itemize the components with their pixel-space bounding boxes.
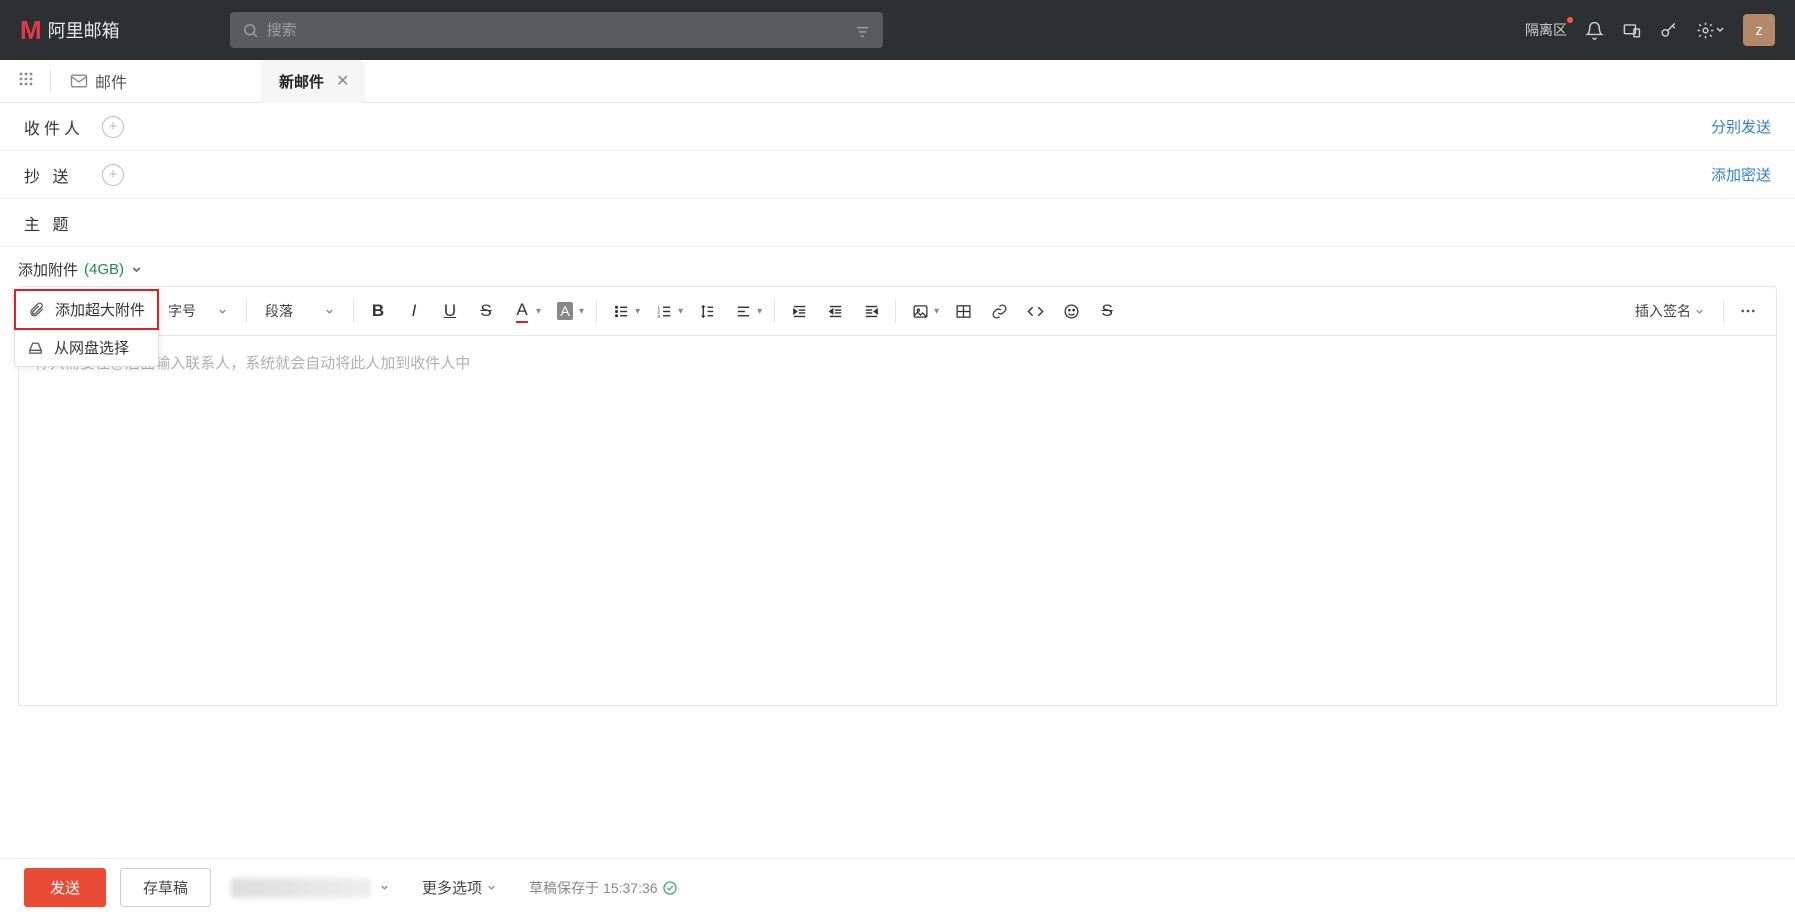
logo-icon: M (20, 15, 42, 46)
from-address-blurred (231, 878, 371, 898)
search-input[interactable] (267, 22, 854, 39)
chevron-down-icon (379, 882, 390, 893)
notification-dot (1567, 17, 1573, 23)
subject-label: 主 题 (24, 211, 102, 235)
subject-row: 主 题 (0, 199, 1795, 247)
bold-button[interactable]: B (362, 295, 394, 327)
saved-time: 15:37:36 (603, 880, 658, 896)
table-button[interactable] (947, 295, 979, 327)
from-select[interactable] (231, 878, 390, 898)
underline-button[interactable]: U (434, 295, 466, 327)
add-recipient-button[interactable]: + (102, 116, 124, 138)
paperclip-icon (28, 301, 45, 318)
devices-icon[interactable] (1622, 21, 1641, 40)
attach-label: 添加附件 (18, 259, 78, 280)
save-draft-button[interactable]: 存草稿 (120, 868, 211, 907)
item-label: 从网盘选择 (54, 337, 129, 358)
saved-status: 草稿保存于 15:37:36 (529, 878, 678, 898)
attach-size: (4GB) (84, 261, 124, 278)
chevron-down-icon (130, 263, 143, 276)
signature-select[interactable]: 插入签名 (1625, 295, 1715, 327)
editor-toolbar: 字体 字号 段落 B I U S A▾ A▾ ▾ 123▾ ▾ ▾ S 插入签名 (18, 286, 1777, 336)
number-list-button[interactable]: 123▾ (648, 295, 687, 327)
emoji-button[interactable] (1055, 295, 1087, 327)
more-options-button[interactable]: 更多选项 (422, 877, 497, 898)
send-button[interactable]: 发送 (24, 868, 106, 907)
tab-label: 新邮件 (279, 71, 324, 92)
image-button[interactable]: ▾ (904, 295, 943, 327)
drive-icon (27, 339, 44, 356)
key-icon[interactable] (1659, 21, 1678, 40)
compose-footer: 发送 存草稿 更多选项 草稿保存于 15:37:36 (0, 858, 1795, 916)
editor-body[interactable]: 你只需要在@后面输入联系人，系统就会自动将此人加到收件人中 (18, 336, 1777, 706)
check-circle-icon (662, 880, 678, 896)
search-box[interactable] (230, 12, 883, 48)
recipient-row: 收件人 + 分别发送 (0, 103, 1795, 151)
indent-button[interactable] (783, 295, 815, 327)
add-large-attachment-item[interactable]: 添加超大附件 (14, 289, 159, 330)
item-label: 添加超大附件 (55, 299, 145, 320)
line-height-button[interactable] (691, 295, 723, 327)
font-size-select[interactable]: 字号 (158, 295, 238, 327)
logo-text: 阿里邮箱 (48, 17, 120, 43)
italic-button[interactable]: I (398, 295, 430, 327)
cc-label: 抄 送 (24, 163, 102, 187)
apps-grid-icon[interactable] (12, 65, 40, 98)
bg-color-button[interactable]: A▾ (549, 295, 588, 327)
close-icon[interactable]: ✕ (334, 71, 351, 91)
mail-icon (69, 71, 89, 91)
tab-new-mail[interactable]: 新邮件 ✕ (261, 60, 365, 103)
attachment-row[interactable]: 添加附件 (4GB) 添加超大附件 从网盘选择 (0, 247, 1795, 286)
header-right: 隔离区 z (1525, 14, 1775, 46)
quarantine-link[interactable]: 隔离区 (1525, 20, 1567, 40)
bullet-list-button[interactable]: ▾ (605, 295, 644, 327)
link-button[interactable] (983, 295, 1015, 327)
add-cc-button[interactable]: + (102, 164, 124, 186)
gear-icon[interactable] (1696, 21, 1725, 40)
filter-icon[interactable] (854, 22, 871, 39)
text-color-button[interactable]: A▾ (506, 295, 545, 327)
align-button[interactable]: ▾ (727, 295, 766, 327)
choose-from-drive-item[interactable]: 从网盘选择 (15, 329, 158, 366)
tab-mail-label: 邮件 (95, 69, 127, 93)
clear-format-button[interactable]: S (1091, 295, 1123, 327)
code-button[interactable] (1019, 295, 1051, 327)
send-separately-link[interactable]: 分别发送 (1711, 116, 1771, 137)
divider (50, 70, 51, 92)
tabs-bar: 邮件 新邮件 ✕ (0, 60, 1795, 103)
avatar[interactable]: z (1743, 14, 1775, 46)
more-button[interactable] (1732, 295, 1764, 327)
svg-text:3: 3 (657, 313, 660, 319)
strike-button[interactable]: S (470, 295, 502, 327)
outdent-button[interactable] (819, 295, 851, 327)
chevron-down-icon (486, 882, 497, 893)
cc-row: 抄 送 + 添加密送 (0, 151, 1795, 199)
logo[interactable]: M 阿里邮箱 (20, 15, 120, 46)
recipient-label: 收件人 (24, 115, 102, 139)
add-bcc-link[interactable]: 添加密送 (1711, 164, 1771, 185)
tab-mail[interactable]: 邮件 (61, 69, 135, 93)
attachment-dropdown: 添加超大附件 从网盘选择 (14, 289, 159, 367)
bell-icon[interactable] (1585, 21, 1604, 40)
outdent2-button[interactable] (855, 295, 887, 327)
app-header: M 阿里邮箱 隔离区 z (0, 0, 1795, 60)
paragraph-select[interactable]: 段落 (255, 295, 345, 327)
search-icon (242, 22, 259, 39)
